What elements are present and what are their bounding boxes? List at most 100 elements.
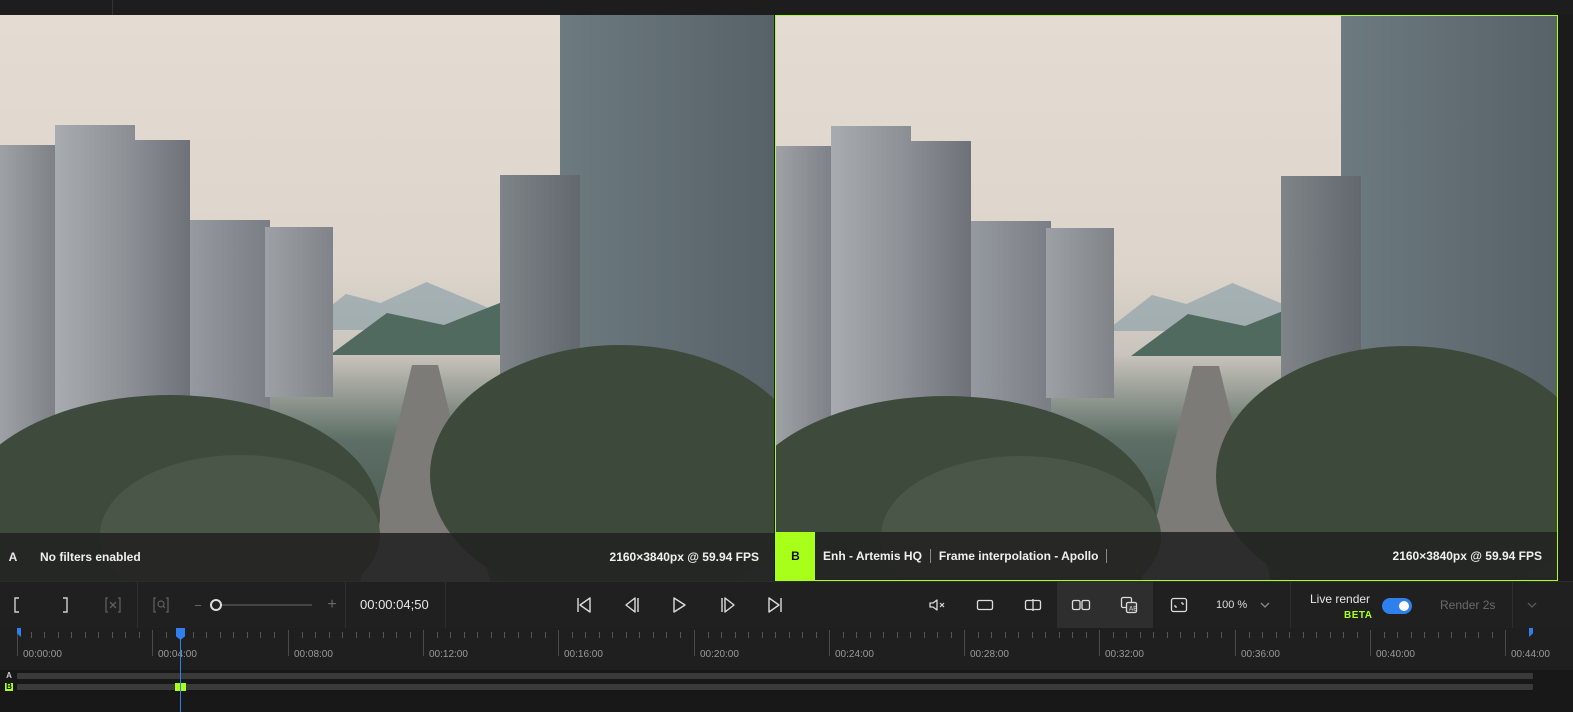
- render-button[interactable]: Render 2s: [1440, 582, 1495, 628]
- timecode-display[interactable]: 00:00:04;50: [360, 582, 429, 628]
- zoom-level[interactable]: 100 %: [1216, 582, 1247, 628]
- ruler-minor-tick: [31, 632, 32, 638]
- bracket-right-icon[interactable]: [54, 582, 76, 628]
- ruler-minor-tick: [1330, 632, 1331, 638]
- top-bar-divider: [112, 0, 113, 15]
- ruler-minor-tick: [464, 632, 465, 638]
- fit-to-screen-icon[interactable]: [1166, 582, 1192, 628]
- zoom-out-button[interactable]: −: [192, 582, 204, 628]
- chevron-down-icon[interactable]: [1257, 582, 1273, 628]
- divider: [1290, 582, 1291, 628]
- bracket-left-icon[interactable]: [6, 582, 28, 628]
- ruler-time-label: 00:16:00: [564, 649, 603, 660]
- resolution-b: 2160×3840px @ 59.94 FPS: [1392, 549, 1542, 563]
- divider: [1512, 582, 1513, 628]
- ruler-minor-tick: [1045, 632, 1046, 638]
- info-bar-b: B Enh - Artemis HQ Frame interpolation -…: [776, 532, 1557, 580]
- chevron-down-icon[interactable]: [1522, 582, 1542, 628]
- timeline-ruler[interactable]: 00:00:00 00:04:00 00:08:00 00:12:00 00:16:00…: [0, 628, 1573, 670]
- interpolation-model: Frame interpolation - Apollo: [938, 549, 1099, 563]
- resolution-a: 2160×3840px @ 59.94 FPS: [609, 550, 759, 564]
- zoom-slider-handle[interactable]: [210, 599, 222, 611]
- ruler-minor-tick: [1018, 632, 1019, 638]
- video-frame-original: [0, 15, 774, 581]
- top-bar: [0, 0, 1573, 15]
- ruler-time-label: 00:12:00: [429, 649, 468, 660]
- zoom-in-button[interactable]: +: [325, 582, 339, 628]
- ruler-minor-tick: [762, 632, 763, 638]
- info-divider: [1106, 549, 1108, 563]
- ruler-time-label: 00:04:00: [158, 649, 197, 660]
- ruler-minor-tick: [1086, 632, 1087, 638]
- track-b[interactable]: [17, 684, 1533, 690]
- ruler-minor-tick: [639, 632, 640, 638]
- live-render-toggle[interactable]: [1382, 598, 1412, 614]
- ruler-minor-tick: [1424, 632, 1425, 638]
- mute-icon[interactable]: [925, 582, 949, 628]
- ruler-time-label: 00:08:00: [294, 649, 333, 660]
- play-icon[interactable]: [667, 582, 691, 628]
- ruler-minor-tick: [1303, 632, 1304, 638]
- zoom-fit-icon[interactable]: [150, 582, 172, 628]
- preview-pane-original[interactable]: A No filters enabled 2160×3840px @ 59.94…: [0, 15, 774, 581]
- preview-b-badge: B: [776, 532, 815, 580]
- ruler-major-tick: [288, 630, 289, 656]
- ruler-minor-tick: [666, 632, 667, 638]
- ruler-minor-tick: [789, 632, 790, 638]
- ruler-minor-tick: [1005, 632, 1006, 638]
- next-frame-icon[interactable]: [716, 582, 740, 628]
- ruler-minor-tick: [1249, 632, 1250, 638]
- ruler-minor-tick: [1438, 632, 1439, 638]
- ruler-minor-tick: [680, 632, 681, 638]
- ruler-minor-tick: [870, 632, 871, 638]
- ruler-minor-tick: [1262, 632, 1263, 638]
- previous-frame-icon[interactable]: [620, 582, 644, 628]
- ruler-minor-tick: [396, 632, 397, 638]
- playback-controls: − + 00:00:04;50 AB 100 % Live render BET…: [0, 581, 1573, 628]
- zoom-slider-track[interactable]: [212, 604, 312, 606]
- ruler-minor-tick: [843, 632, 844, 638]
- ruler-minor-tick: [531, 632, 532, 638]
- ruler-minor-tick: [1397, 632, 1398, 638]
- overlay-compare-icon[interactable]: AB: [1105, 582, 1153, 628]
- ruler-minor-tick: [1411, 632, 1412, 638]
- side-by-side-view-icon[interactable]: [1057, 582, 1105, 628]
- skip-to-end-icon[interactable]: [763, 582, 787, 628]
- info-bar-a: A No filters enabled 2160×3840px @ 59.94…: [0, 533, 774, 581]
- ruler-minor-tick: [220, 632, 221, 638]
- ruler-minor-tick: [1207, 632, 1208, 638]
- timeline[interactable]: 00:00:00 00:04:00 00:08:00 00:12:00 00:16:00…: [0, 628, 1573, 712]
- enhancement-model: Enh - Artemis HQ: [823, 549, 922, 563]
- svg-text:AB: AB: [1129, 606, 1137, 613]
- ruler-minor-tick: [44, 632, 45, 638]
- ruler-time-label: 00:44:00: [1511, 649, 1550, 660]
- ruler-minor-tick: [329, 632, 330, 638]
- skip-to-start-icon[interactable]: [572, 582, 596, 628]
- ruler-minor-tick: [1289, 632, 1290, 638]
- ruler-major-tick: [1235, 630, 1236, 656]
- split-view-icon[interactable]: [1020, 582, 1046, 628]
- ruler-time-label: 00:40:00: [1376, 649, 1415, 660]
- ruler-minor-tick: [735, 632, 736, 638]
- divider: [345, 582, 346, 628]
- ruler-minor-tick: [708, 632, 709, 638]
- ruler-major-tick: [829, 630, 830, 656]
- track-a[interactable]: [17, 673, 1533, 679]
- ruler-minor-tick: [653, 632, 654, 638]
- playhead[interactable]: [180, 628, 181, 712]
- ruler-minor-tick: [58, 632, 59, 638]
- ruler-minor-tick: [1343, 632, 1344, 638]
- preview-a-badge: A: [8, 550, 18, 564]
- ruler-minor-tick: [1032, 632, 1033, 638]
- clear-range-icon[interactable]: [101, 582, 125, 628]
- ruler-minor-tick: [260, 632, 261, 638]
- ruler-minor-tick: [585, 632, 586, 638]
- ruler-minor-tick: [775, 632, 776, 638]
- divider: [445, 582, 446, 628]
- ruler-minor-tick: [369, 632, 370, 638]
- ruler-minor-tick: [1316, 632, 1317, 638]
- ruler-minor-tick: [910, 632, 911, 638]
- timeline-tracks: A B: [0, 670, 1573, 712]
- preview-pane-enhanced[interactable]: B Enh - Artemis HQ Frame interpolation -…: [775, 15, 1558, 581]
- single-view-icon[interactable]: [972, 582, 998, 628]
